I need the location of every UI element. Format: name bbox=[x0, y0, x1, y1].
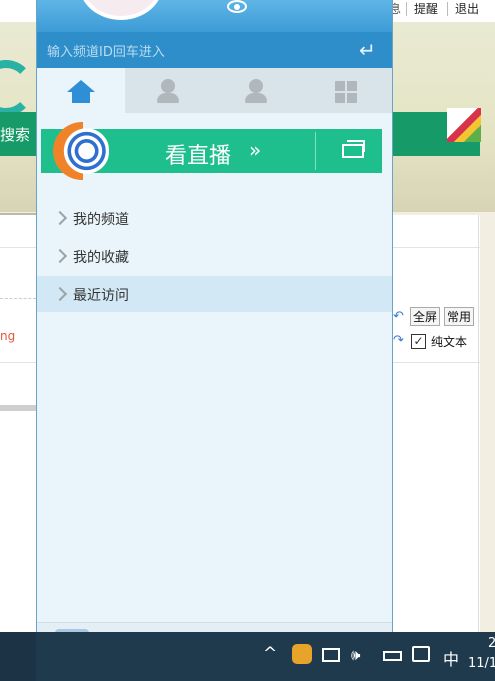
contacts-icon bbox=[245, 93, 267, 103]
tab-contacts[interactable] bbox=[213, 68, 301, 113]
battery-icon[interactable] bbox=[383, 651, 402, 661]
remind-link[interactable]: 提醒 bbox=[414, 0, 438, 17]
menu-item-my-favorites[interactable]: 我的收藏 bbox=[37, 238, 392, 274]
channel-panel: 输入频道ID回车进入 ↵ 看直播 » 我的频道 我的收藏 最近访问 bbox=[36, 0, 393, 670]
enter-icon[interactable]: ↵ bbox=[359, 38, 376, 62]
show-hidden-icons-chevron-icon[interactable]: ^ bbox=[263, 644, 277, 664]
eye-icon[interactable] bbox=[227, 0, 247, 13]
divider bbox=[478, 215, 479, 632]
divider bbox=[0, 298, 36, 299]
chevron-right-icon bbox=[52, 248, 68, 264]
taskbar-start-area bbox=[0, 632, 36, 681]
avatar[interactable] bbox=[79, 0, 163, 20]
logout-link[interactable]: 退出 bbox=[455, 0, 479, 17]
divider bbox=[0, 405, 36, 411]
menu-item-recent[interactable]: 最近访问 bbox=[37, 276, 392, 312]
common-button[interactable]: 常用 bbox=[444, 307, 475, 326]
chevron-right-icon bbox=[52, 286, 68, 302]
channel-input-bar: 输入频道ID回车进入 ↵ bbox=[37, 32, 392, 68]
page-corner-icon bbox=[447, 108, 481, 142]
menu-item-my-channels[interactable]: 我的频道 bbox=[37, 200, 392, 236]
search-button[interactable]: 搜索 bbox=[0, 124, 30, 145]
plain-text-checkbox[interactable]: ✓ bbox=[411, 334, 426, 349]
fullscreen-button[interactable]: 全屏 bbox=[410, 307, 441, 326]
person-icon bbox=[161, 79, 175, 93]
clock-date[interactable]: 11/1 bbox=[468, 656, 495, 671]
live-logo-icon bbox=[53, 121, 109, 181]
menu-item-label: 我的收藏 bbox=[73, 250, 129, 266]
grid-icon bbox=[335, 81, 357, 103]
menu-item-label: 我的频道 bbox=[73, 212, 129, 228]
chevron-right-icon bbox=[52, 210, 68, 226]
tab-person[interactable] bbox=[125, 68, 213, 113]
panel-tabs bbox=[37, 68, 392, 113]
top-separator bbox=[406, 2, 407, 16]
person-icon bbox=[157, 93, 179, 103]
ime-indicator[interactable]: 中 bbox=[443, 646, 459, 670]
network-icon[interactable] bbox=[322, 648, 340, 662]
redo-icon[interactable]: ↷ bbox=[393, 333, 404, 348]
popout-window-button[interactable] bbox=[342, 144, 364, 158]
menu-item-label: 最近访问 bbox=[73, 288, 129, 304]
clock-time[interactable]: 2 bbox=[488, 636, 495, 651]
home-icon bbox=[72, 91, 90, 103]
watch-live-label: 看直播 bbox=[165, 144, 232, 169]
panel-header bbox=[37, 0, 392, 32]
undo-icon[interactable]: ↶ bbox=[393, 309, 404, 324]
tab-home[interactable] bbox=[37, 68, 125, 113]
volume-icon[interactable]: 🕪 bbox=[351, 646, 360, 664]
divider bbox=[315, 132, 316, 170]
plain-text-label: 纯文本 bbox=[431, 335, 468, 349]
notification-icon[interactable] bbox=[412, 646, 430, 662]
double-chevron-icon: » bbox=[249, 138, 262, 162]
tab-apps[interactable] bbox=[301, 68, 389, 113]
contacts-icon bbox=[249, 79, 263, 93]
channel-id-input[interactable]: 输入频道ID回车进入 bbox=[47, 41, 165, 60]
tray-app-icon[interactable] bbox=[292, 644, 312, 664]
partial-text: ng bbox=[0, 329, 16, 343]
top-separator bbox=[447, 2, 448, 16]
